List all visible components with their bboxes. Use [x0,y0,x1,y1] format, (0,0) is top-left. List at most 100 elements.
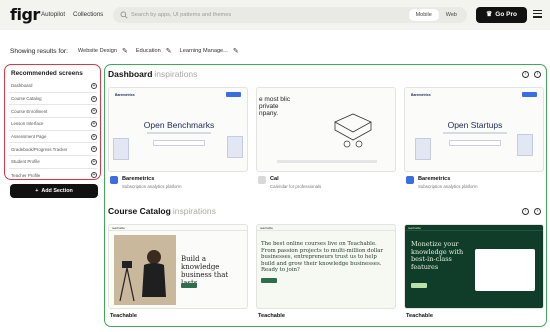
screenshot-thumbnail[interactable]: Baremetrics Open Benchmarks [108,87,248,172]
card-meta: Teachable [404,312,544,326]
sidebar-item-dashboard[interactable]: Dashboard + [9,80,97,93]
thumb-button [522,92,537,97]
thumb-heading: Open Benchmarks [143,120,215,130]
thumb-button [181,283,197,288]
app-description: Calendar for professionals [270,184,322,189]
section-name: Course Catalog [108,206,171,216]
crown-icon: ♛ [486,11,493,18]
chip-label: Website Design [77,48,117,54]
item-label: Lesson Interface [11,121,44,127]
decor-cube [113,138,129,160]
add-section-button[interactable]: + Add Section [10,184,98,198]
filter-row: Showing results for: Website Design ✎ Edu… [10,45,247,57]
app-name[interactable]: Cal [270,176,279,182]
add-icon[interactable]: + [91,146,97,153]
chip-label: Learning Manage... [179,48,228,54]
item-label: Student Profile [11,159,40,165]
nav-autopilot[interactable]: Autopilot [41,11,65,18]
section-name: Dashboard [108,69,153,79]
platform-toggle: Mobile Web [408,9,464,21]
thumb-subtext [147,132,211,134]
thumb-input [449,140,501,146]
decor-cube [415,138,431,160]
sidebar-item-student-profile[interactable]: Student Profile + [9,156,97,169]
person-camera-illustration-icon [114,235,176,305]
hamburger-menu-icon[interactable] [533,10,542,19]
add-icon[interactable]: + [91,82,97,89]
screenshot-thumbnail[interactable]: teachable Build a knowledge business tha… [108,224,248,309]
go-pro-label: Go Pro [495,11,517,18]
card-meta: Teachable [256,312,396,326]
item-label: Gradebook/Progress Tracker [11,146,68,152]
app-name[interactable]: Baremetrics [122,176,154,182]
add-icon[interactable]: + [91,95,97,102]
filter-chip-website-design[interactable]: Website Design ✎ [78,47,128,55]
add-icon[interactable]: + [91,158,97,165]
sidebar-item-course-enrollment[interactable]: Course Enrollment + [9,105,97,119]
app-name[interactable]: Teachable [406,313,433,319]
section-nav: ‹ › [517,208,541,215]
thumb-heading: The best online courses live on Teachabl… [261,241,384,273]
search-bar[interactable]: Search by apps, UI patterns and themes M… [113,7,467,23]
edit-icon[interactable]: ✎ [122,47,128,55]
thumb-brand: Baremetrics [115,93,135,97]
sidebar-item-assessment-page[interactable]: Assessment Page + [9,131,97,144]
nav-collections[interactable]: Collections [73,11,103,18]
section-suffix: inspirations [154,69,198,79]
sidebar-item-teacher-profile[interactable]: Teacher Profile + [9,169,97,182]
next-arrow-icon[interactable]: › [534,208,541,215]
card-meta: Baremetrics Subscription analytics platf… [404,175,544,197]
filter-chip-learning-management[interactable]: Learning Manage... ✎ [180,47,239,55]
app-name[interactable]: Teachable [110,313,137,319]
add-icon[interactable]: + [91,108,97,115]
sidebar-item-gradebook[interactable]: Gradebook/Progress Tracker + [9,143,97,157]
toggle-mobile[interactable]: Mobile [408,9,439,21]
edit-icon[interactable]: ✎ [166,47,172,55]
app-icon [110,176,118,184]
thumb-brand: teachable [257,225,395,231]
edit-icon[interactable]: ✎ [233,47,239,55]
add-icon[interactable]: + [91,133,97,140]
screenshot-thumbnail[interactable]: teachable The best online courses live o… [256,224,396,309]
filter-chip-education[interactable]: Education ✎ [136,47,172,55]
add-icon[interactable]: + [91,120,97,127]
app-name[interactable]: Teachable [258,313,285,319]
thumb-subtext [443,132,507,134]
thumb-button [411,283,427,288]
thumb-button [226,92,241,97]
thumb-brand: teachable [405,225,543,231]
app-icon [406,176,414,184]
sidebar-item-course-catalog[interactable]: Course Catalog + [9,93,97,106]
card-teachable-3[interactable]: teachable Monetize your knowledge with b… [404,224,544,326]
thumb-brand: teachable [109,225,247,231]
app-description: Subscription analytics platform [122,184,182,189]
screenshot-thumbnail[interactable]: Baremetrics Open Startups [404,87,544,172]
screenshot-thumbnail[interactable]: e most blic private npany. [256,87,396,172]
card-meta: Teachable [108,312,248,326]
card-baremetrics-2[interactable]: Baremetrics Open Startups Baremetrics Su… [404,87,544,197]
app-description: Subscription analytics platform [418,184,478,189]
item-label: Assessment Page [11,134,47,140]
go-pro-button[interactable]: ♛ Go Pro [476,7,527,23]
next-arrow-icon[interactable]: › [534,71,541,78]
prev-arrow-icon[interactable]: ‹ [522,208,529,215]
card-teachable-2[interactable]: teachable The best online courses live o… [256,224,396,326]
sidebar-item-lesson-interface[interactable]: Lesson Interface + [9,118,97,131]
screen-list: Dashboard + Course Catalog + Course Enroll… [9,80,97,182]
card-cal[interactable]: e most blic private npany. Cal Calendar … [256,87,396,197]
item-label: Course Enrollment [11,108,48,114]
app-icon [258,176,266,184]
search-input[interactable]: Search by apps, UI patterns and themes [131,12,231,18]
thumb-brand: Baremetrics [411,93,431,97]
book-illustration-icon [334,113,372,148]
toggle-web[interactable]: Web [439,9,464,21]
add-icon[interactable]: + [91,172,97,179]
screenshot-thumbnail[interactable]: teachable Monetize your knowledge with b… [404,224,544,309]
app-name[interactable]: Baremetrics [418,176,450,182]
card-teachable-1[interactable]: teachable Build a knowledge business tha… [108,224,248,326]
recommended-screens-panel: Recommended screens Dashboard + Course Ca… [4,64,101,180]
prev-arrow-icon[interactable]: ‹ [522,71,529,78]
section-title-dashboard: Dashboard inspirations [108,69,197,79]
figr-logo[interactable]: figr [10,5,40,24]
card-baremetrics-1[interactable]: Baremetrics Open Benchmarks Baremetrics … [108,87,248,197]
